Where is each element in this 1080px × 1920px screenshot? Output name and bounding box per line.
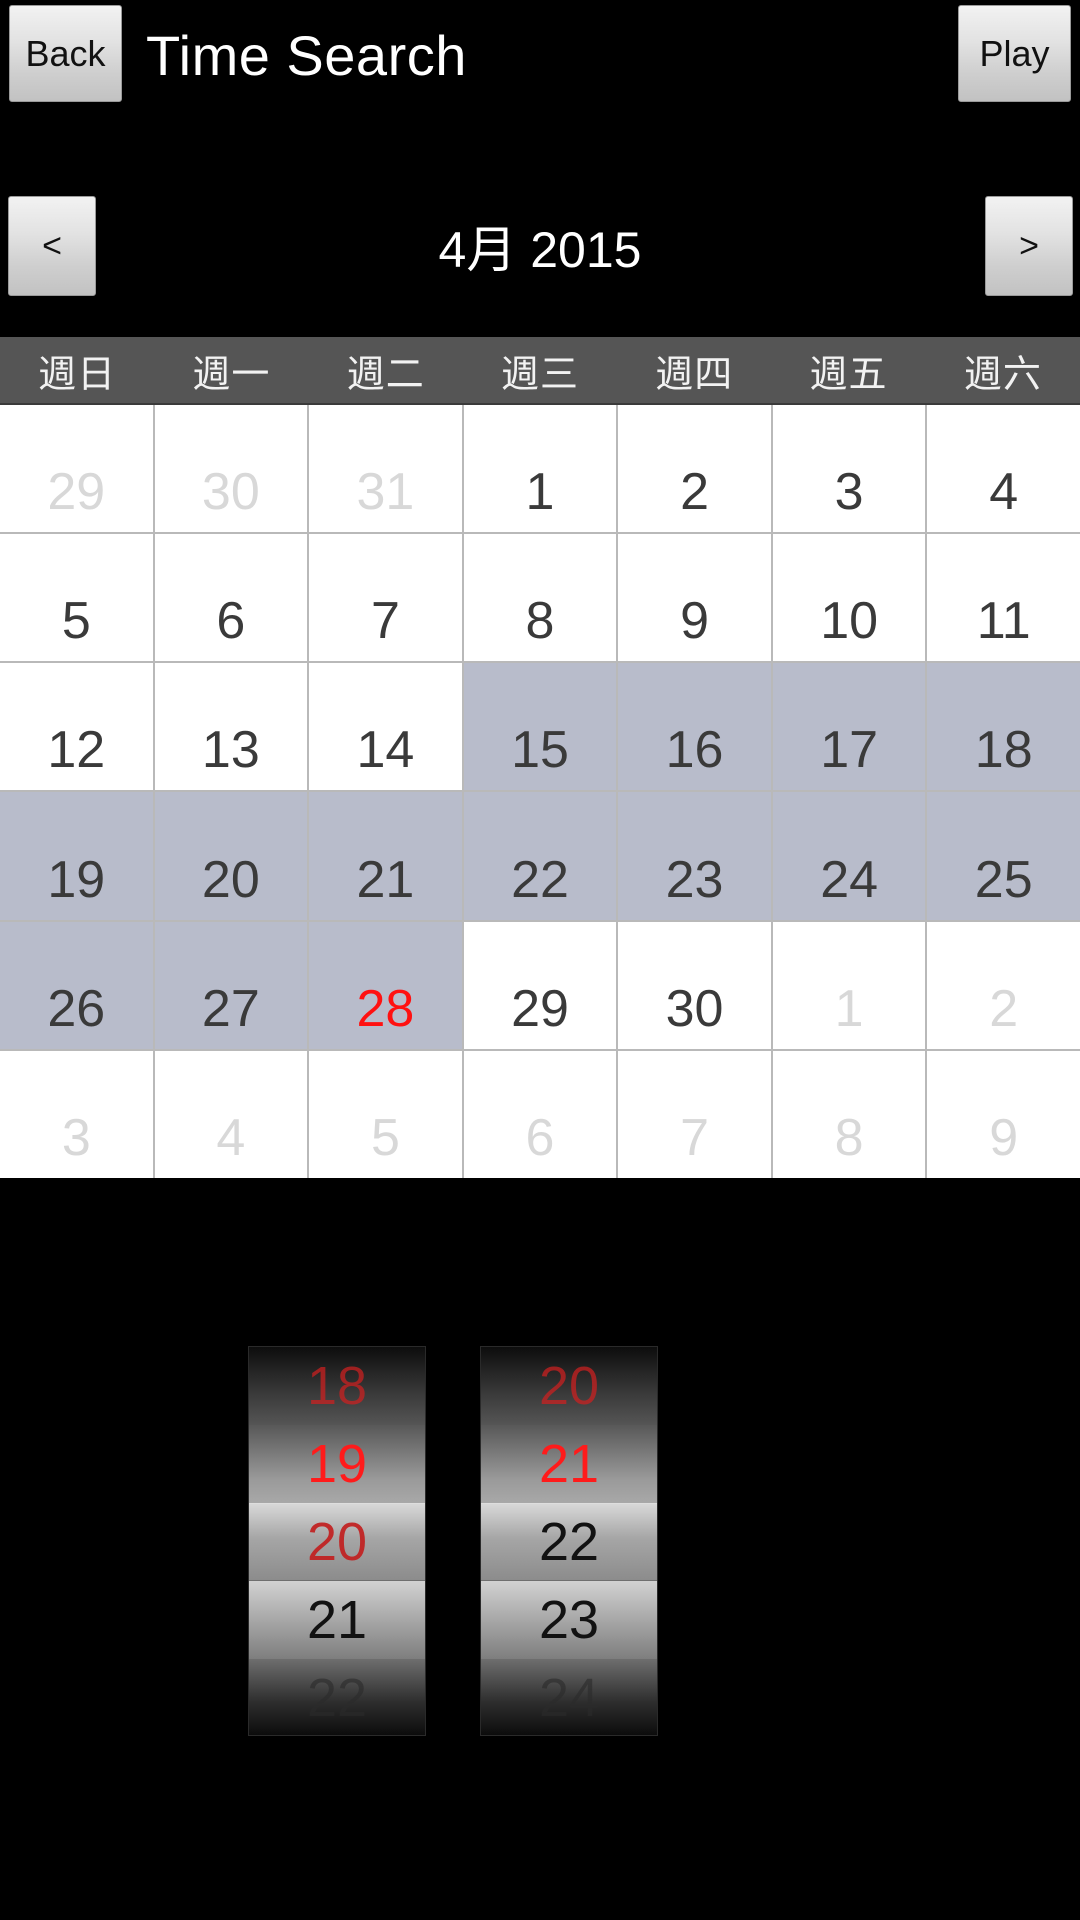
calendar-day-cell[interactable]: 20 <box>154 792 308 920</box>
month-navigation-bar: < 4月 2015 > <box>0 130 1080 335</box>
calendar-day-cell[interactable]: 3 <box>0 1050 153 1178</box>
calendar-day-cell[interactable]: 12 <box>0 663 153 791</box>
calendar-day-cell[interactable]: 7 <box>618 1050 771 1178</box>
calendar-day-cell[interactable]: 1 <box>463 405 617 533</box>
minute-row[interactable]: 20 <box>481 1347 657 1425</box>
calendar-day-cell[interactable]: 6 <box>154 534 308 662</box>
calendar-day-cell[interactable]: 21 <box>309 792 462 920</box>
hour-row[interactable]: 22 <box>249 1659 425 1735</box>
minute-row[interactable]: 23 <box>481 1581 657 1659</box>
weekday-label-4: 週四 <box>655 353 734 396</box>
weekday-header-row: 週日 週一 週二 週三 週四 週五 週六 <box>0 337 1080 405</box>
play-button[interactable]: Play <box>958 5 1071 102</box>
minute-value: 24 <box>538 1668 600 1728</box>
weekday-label-6: 週六 <box>963 353 1042 396</box>
calendar-day-cell[interactable]: 9 <box>618 534 771 662</box>
weekday-label-0: 週日 <box>38 353 117 396</box>
calendar-day-cell[interactable]: 24 <box>772 792 926 920</box>
hour-value: 21 <box>306 1590 368 1650</box>
hour-row[interactable]: 20 <box>249 1503 425 1581</box>
minute-row[interactable]: 24 <box>481 1659 657 1735</box>
weekday-label-5: 週五 <box>809 353 888 396</box>
calendar-day-cell[interactable]: 2 <box>618 405 771 533</box>
hour-row[interactable]: 19 <box>249 1425 425 1503</box>
calendar-day-cell[interactable]: 14 <box>309 663 462 791</box>
calendar-day-cell[interactable]: 7 <box>309 534 462 662</box>
calendar-day-cell[interactable]: 30 <box>618 921 771 1049</box>
calendar-day-cell[interactable]: 29 <box>463 921 617 1049</box>
hour-value: 20 <box>306 1512 368 1572</box>
calendar-day-cell[interactable]: 5 <box>309 1050 462 1178</box>
calendar-day-cell[interactable]: 29 <box>0 405 153 533</box>
calendar-day-cell[interactable]: 6 <box>463 1050 617 1178</box>
weekday-label-1: 週一 <box>192 353 271 396</box>
hour-value: 19 <box>306 1434 368 1494</box>
calendar-day-cell[interactable]: 30 <box>154 405 308 533</box>
time-search-screen: Back Time Search Play < 4月 2015 > 週日 週一 週二… <box>0 0 1080 1920</box>
minute-wheel[interactable]: 20 21 22 23 24 <box>480 1346 658 1736</box>
calendar-day-cell[interactable]: 10 <box>772 534 926 662</box>
minute-value: 21 <box>538 1434 600 1494</box>
page-title: Time Search <box>146 23 467 87</box>
calendar-day-cell[interactable]: 31 <box>309 405 462 533</box>
calendar-day-cell[interactable]: 27 <box>154 921 308 1049</box>
top-bar: Back Time Search Play <box>0 0 1080 130</box>
calendar-day-cell[interactable]: 13 <box>154 663 308 791</box>
calendar-day-cell[interactable]: 17 <box>772 663 926 791</box>
calendar-day-cell[interactable]: 8 <box>463 534 617 662</box>
calendar-day-cell[interactable]: 1 <box>772 921 926 1049</box>
calendar-day-cell[interactable]: 9 <box>927 1050 1080 1178</box>
minute-row[interactable]: 22 <box>481 1503 657 1581</box>
hour-row[interactable]: 21 <box>249 1581 425 1659</box>
minute-value: 20 <box>538 1356 600 1416</box>
calendar-day-cell[interactable]: 15 <box>463 663 617 791</box>
calendar-day-cell[interactable]: 8 <box>772 1050 926 1178</box>
minute-value: 22 <box>538 1512 600 1572</box>
time-picker: 18 19 20 21 22 20 21 22 23 24 <box>0 1178 1080 1920</box>
back-button[interactable]: Back <box>9 5 122 102</box>
next-month-button[interactable]: > <box>985 196 1073 296</box>
calendar-day-cell[interactable]: 2 <box>927 921 1080 1049</box>
minute-row[interactable]: 21 <box>481 1425 657 1503</box>
calendar-day-cell[interactable]: 22 <box>463 792 617 920</box>
calendar-day-cell[interactable]: 5 <box>0 534 153 662</box>
weekday-label-3: 週三 <box>500 353 579 396</box>
calendar-day-cell[interactable]: 25 <box>927 792 1080 920</box>
hour-value: 18 <box>306 1356 368 1416</box>
calendar-day-cell[interactable]: 18 <box>927 663 1080 791</box>
calendar-day-cell[interactable]: 26 <box>0 921 153 1049</box>
month-year-label: 4月 2015 <box>438 222 642 278</box>
weekday-label-2: 週二 <box>346 353 425 396</box>
hour-row[interactable]: 18 <box>249 1347 425 1425</box>
hour-wheel[interactable]: 18 19 20 21 22 <box>248 1346 426 1736</box>
calendar-day-cell[interactable]: 11 <box>927 534 1080 662</box>
calendar-day-cell[interactable]: 4 <box>154 1050 308 1178</box>
minute-value: 23 <box>538 1590 600 1650</box>
calendar-day-cell[interactable]: 28 <box>309 921 462 1049</box>
calendar-day-cell[interactable]: 19 <box>0 792 153 920</box>
hour-value: 22 <box>306 1668 368 1728</box>
calendar-day-cell[interactable]: 16 <box>618 663 771 791</box>
calendar-day-cell[interactable]: 23 <box>618 792 771 920</box>
calendar-day-cell[interactable]: 3 <box>772 405 926 533</box>
calendar-grid: 29 30 31 1 2 3 4 5 6 7 8 9 10 11 12 13 14 15 16 17 18 19 20 21 2… <box>0 405 1080 1178</box>
calendar-day-cell[interactable]: 4 <box>927 405 1080 533</box>
